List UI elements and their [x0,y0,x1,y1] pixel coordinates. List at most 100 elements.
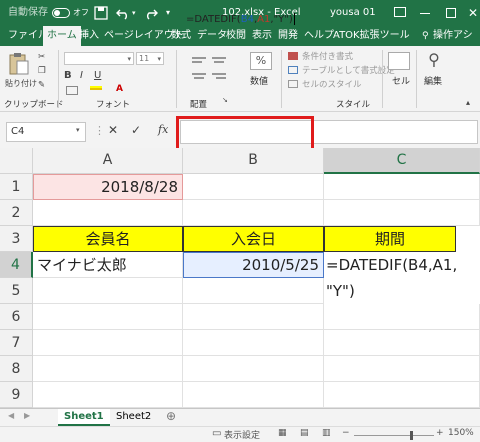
cell-b7[interactable] [183,330,324,356]
number-format-icon[interactable]: % [250,52,272,70]
zoom-level[interactable]: 150% [448,428,474,438]
cells-button-label[interactable]: セル [392,74,410,87]
cell-c7[interactable] [324,330,480,356]
row-header-5[interactable]: 5 [0,278,33,304]
cell-b3[interactable]: 入会日 [183,226,324,252]
page-break-view-icon[interactable]: ▥ [322,428,331,438]
cell-a4[interactable]: マイナビ太郎 [33,252,183,278]
name-box-dropdown-icon[interactable]: ▾ [76,126,80,134]
row-header-4[interactable]: 4 [0,252,33,278]
select-all-corner[interactable] [0,148,33,174]
format-as-table-button[interactable]: テーブルとして書式設定 [302,64,395,76]
zoom-out-icon[interactable]: − [342,428,350,438]
name-box[interactable]: C4 [6,122,86,142]
cell-c3[interactable]: 期間 [324,226,456,252]
maximize-icon[interactable] [446,8,456,18]
cell-c4-editing[interactable]: =DATEDIF(B4,A1, "Y") [324,252,480,304]
row-header-2[interactable]: 2 [0,200,33,226]
cell-a2[interactable] [33,200,183,226]
cut-icon[interactable]: ✂ [38,52,45,62]
paste-button-label[interactable]: 貼り付け [5,78,37,89]
user-name[interactable]: yousa 01 [330,0,376,26]
underline-button[interactable]: U [94,70,101,81]
undo-dropdown-icon[interactable]: ▾ [132,0,136,26]
normal-view-icon[interactable]: ▦ [278,428,287,438]
cell-b6[interactable] [183,304,324,330]
cell-c6[interactable] [324,304,480,330]
bold-button[interactable]: B [64,70,72,81]
cell-b8[interactable] [183,356,324,382]
display-settings-label[interactable]: 表示設定 [224,428,260,441]
column-header-b[interactable]: B [183,148,324,174]
cell-c2[interactable] [324,200,480,226]
minimize-icon[interactable] [420,13,430,14]
redo-icon[interactable] [144,6,158,20]
customize-qat-icon[interactable]: ▾ [166,0,170,26]
cell-style-icon[interactable] [288,80,298,88]
zoom-in-icon[interactable]: + [436,428,444,438]
cell-b5[interactable] [183,278,324,304]
cell-b2[interactable] [183,200,324,226]
table-format-icon[interactable] [288,66,298,74]
ribbon-display-icon[interactable] [394,7,406,17]
row-header-7[interactable]: 7 [0,330,33,356]
format-painter-icon[interactable]: ✎ [38,80,45,90]
tab-file[interactable]: ファイル [8,26,48,46]
cell-c1[interactable] [324,174,480,200]
cell-b4[interactable]: 2010/5/25 [183,252,324,278]
alignment-icon[interactable] [190,54,230,94]
italic-button[interactable]: I [80,70,83,81]
search-icon[interactable]: ⚲ [424,50,444,70]
add-sheet-icon[interactable]: ⊕ [166,409,176,423]
alignment-launcher-icon[interactable]: ↘ [222,96,228,104]
sheet-tab-sheet2[interactable]: Sheet2 [110,409,157,426]
cell-a7[interactable] [33,330,183,356]
font-size-combo[interactable]: 11 ▾ [136,52,164,65]
cell-a5[interactable] [33,278,183,304]
prev-sheet-icon[interactable]: ◀ [8,411,14,420]
page-layout-view-icon[interactable]: ▤ [300,428,309,438]
conditional-format-button[interactable]: 条件付き書式 [302,50,353,62]
column-header-c[interactable]: C [324,148,480,174]
cell-styles-button[interactable]: セルのスタイル [302,78,362,90]
tab-data[interactable]: データ [197,26,227,46]
row-header-3[interactable]: 3 [0,226,33,252]
tab-formulas[interactable]: 数式 [171,26,191,46]
enter-icon[interactable]: ✓ [131,123,141,137]
number-button-label[interactable]: 数値 [250,74,268,87]
row-header-8[interactable]: 8 [0,356,33,382]
cancel-icon[interactable]: ✕ [108,123,118,137]
cell-c9[interactable] [324,382,480,408]
tab-help[interactable]: ヘルプ [304,26,334,46]
insert-function-button[interactable]: fx [158,123,168,136]
border-icon[interactable] [66,86,78,95]
row-header-9[interactable]: 9 [0,382,33,408]
cell-b1[interactable] [183,174,324,200]
zoom-slider[interactable] [354,435,434,436]
tab-home[interactable]: ホーム [43,26,81,46]
cells-icon[interactable] [388,52,410,70]
cell-a1[interactable]: 2018/8/28 [33,174,183,200]
cell-a6[interactable] [33,304,183,330]
tell-me-icon[interactable]: ⚲ [422,26,429,46]
cell-a3[interactable]: 会員名 [33,226,183,252]
conditional-format-icon[interactable] [288,52,298,60]
sheet-tab-sheet1[interactable]: Sheet1 [58,409,110,426]
undo-icon[interactable] [116,6,130,20]
tab-atok[interactable]: ATOK拡張ツール [333,26,410,46]
autosave-toggle[interactable] [52,8,70,18]
cell-a8[interactable] [33,356,183,382]
cell-a9[interactable] [33,382,183,408]
cell-c8[interactable] [324,356,480,382]
tab-tell-me[interactable]: 操作アシ [433,26,473,46]
copy-icon[interactable]: ❐ [38,66,46,76]
row-header-6[interactable]: 6 [0,304,33,330]
tab-view[interactable]: 表示 [252,26,272,46]
paste-icon[interactable] [8,52,30,76]
tab-developer[interactable]: 開発 [278,26,298,46]
edit-button-label[interactable]: 編集 [424,74,442,87]
save-icon[interactable] [94,6,108,20]
display-settings-icon[interactable]: ▭ [212,428,221,439]
tab-review[interactable]: 校閲 [226,26,246,46]
close-icon[interactable]: ✕ [468,0,478,26]
